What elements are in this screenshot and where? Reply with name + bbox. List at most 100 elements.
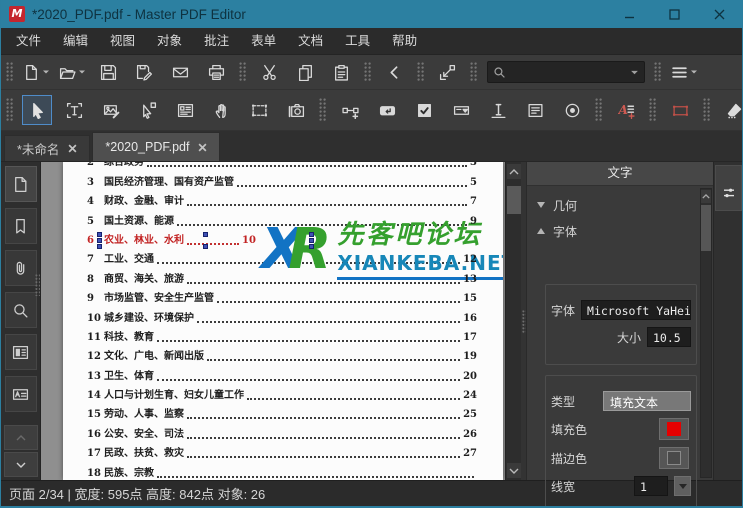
pdf-page[interactable]: 2综合政务33国民经济管理、国有资产监管54财政、金融、审计75国土资源、能源9… (63, 162, 503, 480)
copy-button[interactable] (291, 59, 320, 85)
search-dropdown-caret-icon[interactable] (630, 68, 639, 77)
stroke-color-button[interactable] (659, 447, 689, 469)
menu-item-1[interactable]: 文件 (5, 28, 52, 54)
menu-item-3[interactable]: 视图 (99, 28, 146, 54)
save-as-button[interactable] (130, 59, 159, 85)
print-button[interactable] (202, 59, 231, 85)
menu-item-9[interactable]: 帮助 (381, 28, 428, 54)
maximize-button[interactable] (652, 0, 697, 28)
toolbar-grip[interactable] (6, 98, 14, 122)
selection-handle[interactable] (97, 244, 102, 249)
new-document-button[interactable] (22, 59, 51, 85)
dropdown-caret-icon[interactable] (78, 68, 86, 76)
selection-handle[interactable] (309, 244, 314, 249)
toc-entry[interactable]: 8商贸、海关、旅游13 (63, 269, 503, 288)
document-scrollbar[interactable] (505, 162, 521, 480)
toc-entry[interactable]: 9市场监管、安全生产监管15 (63, 289, 503, 308)
selection-handle[interactable] (97, 238, 102, 243)
edit-text-tool-button[interactable] (59, 95, 89, 125)
paste-button[interactable] (327, 59, 356, 85)
menu-item-7[interactable]: 文档 (287, 28, 334, 54)
toc-entry[interactable]: 10城乡建设、环境保护16 (63, 308, 503, 327)
edit-forms-tool-button[interactable] (170, 95, 200, 125)
search-input[interactable] (506, 64, 630, 80)
panel-scroll-up-button[interactable] (701, 190, 711, 203)
sidebar-scroll-up-button[interactable] (4, 425, 38, 450)
font-size-input[interactable]: 10.5 (647, 327, 691, 347)
scroll-up-button[interactable] (507, 164, 521, 179)
toolbar-grip[interactable] (364, 62, 372, 82)
toc-entry[interactable]: 16公安、安全、司法26 (63, 424, 503, 443)
select-area-tool-button[interactable] (244, 95, 274, 125)
hand-tool-button[interactable] (207, 95, 237, 125)
snapshot-tool-button[interactable] (281, 95, 311, 125)
rectangle-annotation-button[interactable] (665, 95, 695, 125)
toolbar-grip[interactable] (6, 62, 14, 82)
toc-entry[interactable]: 11科技、教育17 (63, 328, 503, 347)
toc-entry[interactable]: 4财政、金融、审计7 (63, 192, 503, 211)
signature-panel-button[interactable] (5, 376, 37, 412)
panel-scrollbar-thumb[interactable] (701, 205, 711, 251)
select-tool-button[interactable] (22, 95, 52, 125)
toc-entry[interactable]: 15劳动、人事、监察25 (63, 405, 503, 424)
text-field-button[interactable] (483, 95, 513, 125)
selection-handle[interactable] (309, 238, 314, 243)
tab-close-icon[interactable] (198, 143, 207, 152)
search-panel-button[interactable] (5, 292, 37, 328)
close-button[interactable] (697, 0, 742, 28)
minimize-button[interactable] (607, 0, 652, 28)
sidebar-scroll-down-button[interactable] (4, 452, 38, 477)
fit-page-button[interactable] (433, 59, 462, 85)
menu-item-5[interactable]: 批注 (193, 28, 240, 54)
cut-button[interactable] (255, 59, 284, 85)
form-fields-panel-button[interactable] (5, 334, 37, 370)
checkbox-field-button[interactable] (409, 95, 439, 125)
menu-item-4[interactable]: 对象 (146, 28, 193, 54)
edit-path-tool-button[interactable] (133, 95, 163, 125)
tab-close-icon[interactable] (68, 144, 77, 153)
document-tab-1[interactable]: *未命名 (4, 135, 90, 161)
dropdown-caret-icon[interactable] (42, 68, 50, 76)
text-type-dropdown[interactable]: 填充文本 (603, 391, 691, 411)
panel-scrollbar[interactable] (700, 188, 712, 478)
page-thumbnails-button[interactable] (5, 166, 37, 202)
toolbar-grip[interactable] (649, 98, 657, 122)
line-width-input[interactable]: 1 (634, 476, 668, 496)
listbox-field-button[interactable] (520, 95, 550, 125)
fill-color-button[interactable] (659, 418, 689, 440)
selection-handle[interactable] (203, 244, 208, 249)
section-header-geometry[interactable]: 几何 (533, 192, 699, 218)
toolbar-grip[interactable] (595, 98, 603, 122)
toolbar-grip[interactable] (319, 98, 327, 122)
selection-handle[interactable] (309, 232, 314, 237)
overflow-menu-button[interactable] (670, 59, 699, 85)
save-button[interactable] (94, 59, 123, 85)
toc-entry[interactable]: 13卫生、体育20 (63, 366, 503, 385)
text-comment-tool-button[interactable]: A (611, 95, 641, 125)
toc-entry[interactable]: 18民族、宗教 (63, 463, 503, 480)
radio-field-button[interactable] (557, 95, 587, 125)
toc-entry[interactable]: 14人口与计划生育、妇女儿童工作24 (63, 386, 503, 405)
document-viewport[interactable]: 2综合政务33国民经济管理、国有资产监管54财政、金融、审计75国土资源、能源9… (41, 162, 521, 480)
scrollbar-thumb[interactable] (507, 186, 521, 214)
toc-entry[interactable]: 12文化、广电、新闻出版19 (63, 347, 503, 366)
font-name-input[interactable]: Microsoft YaHei (581, 300, 691, 320)
search-box[interactable] (487, 61, 645, 83)
link-tool-button[interactable] (335, 95, 365, 125)
attachments-button[interactable] (5, 250, 37, 286)
selection-handle[interactable] (203, 232, 208, 237)
selection-handle[interactable] (97, 232, 102, 237)
dropdown-caret-icon[interactable] (690, 68, 698, 76)
menu-item-8[interactable]: 工具 (334, 28, 381, 54)
toc-entry[interactable]: 2综合政务3 (63, 162, 503, 172)
button-field-button[interactable] (372, 95, 402, 125)
properties-panel-tab[interactable] (715, 165, 742, 211)
toolbar-grip[interactable] (417, 62, 425, 82)
combobox-field-button[interactable] (446, 95, 476, 125)
toolbar-grip[interactable] (239, 62, 247, 82)
section-header-font[interactable]: 字体 (533, 218, 699, 244)
sidebar-splitter-grip[interactable] (35, 274, 40, 296)
scroll-down-button[interactable] (507, 463, 521, 478)
toolbar-grip[interactable] (654, 62, 662, 82)
toc-entry[interactable]: 6农业、林业、水利10 (63, 231, 503, 250)
